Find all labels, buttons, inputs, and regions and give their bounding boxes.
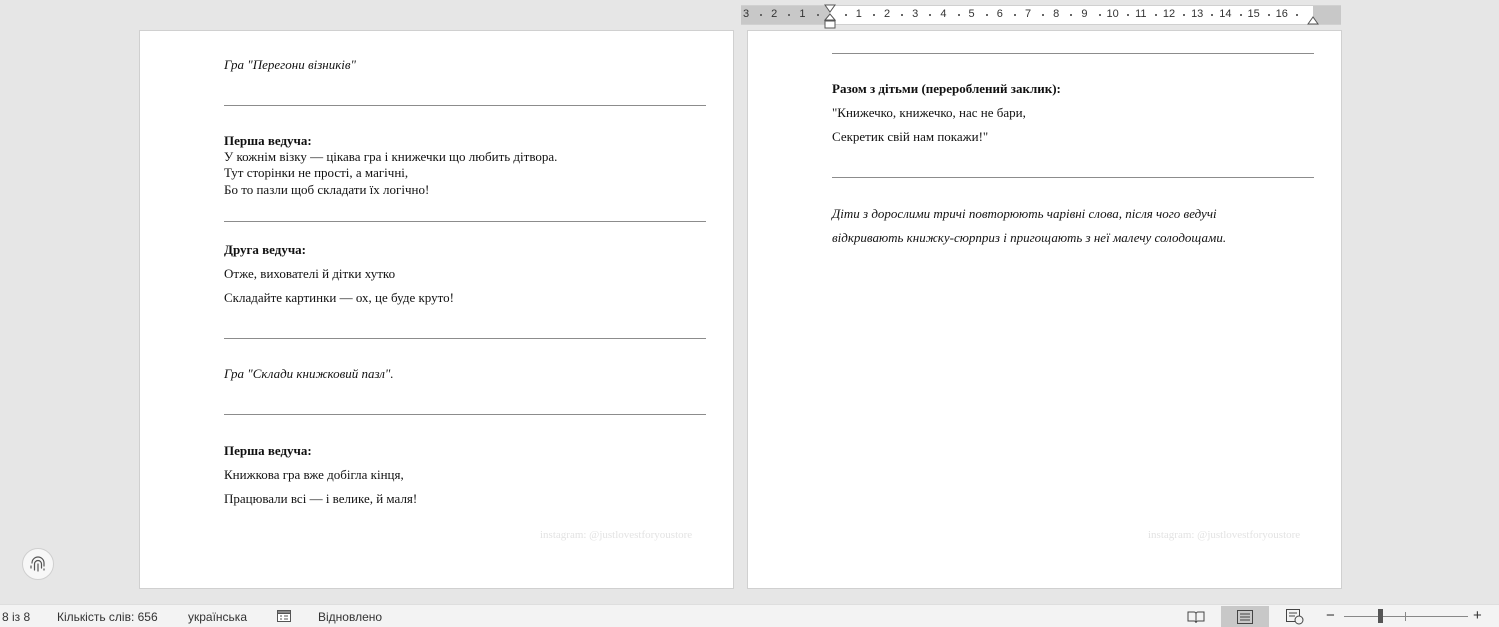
ruler-number: 16	[1275, 8, 1288, 20]
zoom-slider-center-tick	[1405, 612, 1406, 621]
closing-line: відкривають книжку-сюрприз і пригощають …	[832, 230, 1227, 245]
macro-icon[interactable]	[276, 608, 292, 627]
watermark: instagram: @justlovestforyoustore	[1148, 529, 1301, 541]
web-layout-icon	[1286, 608, 1304, 624]
fingerprint-button[interactable]	[22, 548, 54, 580]
ruler-tick	[844, 14, 847, 16]
ruler-tick	[1154, 14, 1157, 16]
document-page-right[interactable]: Разом з дітьми (перероблений заклик): "К…	[747, 30, 1342, 589]
ruler-tick	[1267, 14, 1270, 16]
verse-line: Секретик свій нам покажи!"	[832, 129, 989, 144]
ruler-tick	[1239, 14, 1242, 16]
ruler-tick	[929, 14, 932, 16]
ruler-tick	[1126, 14, 1129, 16]
print-layout-button[interactable]	[1221, 606, 1269, 627]
ruler-tick	[901, 14, 904, 16]
ruler-number: 5	[968, 8, 975, 20]
ruler-number: 10	[1106, 8, 1119, 20]
ruler-number: 3	[742, 8, 750, 20]
ruler-number: 14	[1219, 8, 1232, 20]
read-mode-button[interactable]	[1172, 606, 1220, 627]
verse-line: Бо то пазли щоб складати їх логічно!	[224, 182, 430, 197]
divider	[224, 221, 706, 222]
verse-line: Складайте картинки — ох, це буде круто!	[224, 290, 454, 305]
language-indicator[interactable]: українська	[188, 610, 247, 624]
ruler-tick	[1211, 14, 1214, 16]
verse-line: Отже, вихователі й дітки хутко	[224, 266, 396, 281]
ruler-number: 1	[855, 8, 862, 20]
ruler-tick	[1070, 14, 1073, 16]
right-indent-marker-icon[interactable]	[1306, 12, 1320, 26]
ruler-number: 15	[1247, 8, 1260, 20]
status-bar: 8 із 8 Кількість слів: 656 українська Ві…	[0, 604, 1499, 627]
divider	[224, 105, 706, 106]
ruler-number: 8	[1053, 8, 1060, 20]
ruler-tick	[1295, 14, 1298, 16]
ruler-tick	[1183, 14, 1186, 16]
restored-status: Відновлено	[318, 610, 383, 624]
fingerprint-icon	[30, 556, 45, 572]
divider	[832, 177, 1314, 178]
game-title: Гра "Склади книжковий пазл".	[224, 366, 394, 381]
verse-line: Книжкова гра вже добігла кінця,	[224, 467, 404, 482]
ruler-tick	[788, 14, 791, 16]
divider	[224, 414, 706, 415]
ruler-number: 13	[1191, 8, 1204, 20]
verse-line: Працювали всі — і велике, й маля!	[224, 491, 418, 506]
game-title: Гра "Перегони візників"	[224, 57, 357, 72]
ruler-number: 6	[996, 8, 1003, 20]
ruler-number: 3	[912, 8, 919, 20]
ruler-tick	[816, 14, 819, 16]
print-layout-icon	[1237, 609, 1253, 624]
zoom-out-button[interactable]: −	[1326, 607, 1335, 624]
ruler-tick	[1098, 14, 1101, 16]
ruler-tick	[985, 14, 988, 16]
ruler-tick	[872, 14, 875, 16]
divider	[832, 53, 1314, 54]
document-page-left[interactable]: Гра "Перегони візників" Перша ведуча: У …	[139, 30, 734, 589]
verse-line: Тут сторінки не прості, а магічні,	[224, 165, 409, 180]
page-indicator[interactable]: 8 із 8	[2, 610, 30, 624]
ruler-number: 7	[1024, 8, 1032, 20]
verse-line: "Книжечко, книжечко, нас не бари,	[832, 105, 1026, 120]
ruler-number: 2	[771, 8, 778, 20]
ruler-tick	[1042, 14, 1045, 16]
ruler-number: 2	[883, 8, 891, 20]
ruler-number: 11	[1135, 8, 1147, 20]
ruler-number: 4	[940, 8, 947, 20]
ruler-number: 12	[1162, 8, 1176, 20]
zoom-slider-track[interactable]	[1344, 616, 1468, 617]
ruler-number: 1	[799, 8, 806, 20]
ruler-number: 9	[1081, 8, 1088, 20]
book-icon	[1187, 611, 1205, 623]
horizontal-ruler[interactable]: 3 2 1 1 2 3 4 5 6 7 8 9 10 11 12 13 14 15 16	[741, 4, 1341, 29]
zoom-in-button[interactable]: +	[1473, 607, 1482, 624]
speaker-label: Разом з дітьми (перероблений заклик):	[832, 81, 1061, 96]
ruler-tick	[760, 14, 763, 16]
speaker-label: Перша ведуча:	[224, 443, 312, 458]
indent-marker-icon[interactable]	[824, 4, 836, 30]
divider	[224, 338, 706, 339]
zoom-slider-thumb[interactable]	[1378, 609, 1383, 623]
ruler-tick	[1013, 14, 1016, 16]
watermark: instagram: @justlovestforyoustore	[540, 529, 693, 541]
web-layout-button[interactable]	[1271, 606, 1319, 627]
closing-line: Діти з дорослими тричі повторюють чарівн…	[832, 206, 1217, 221]
ruler-tick	[957, 14, 960, 16]
speaker-label: Друга ведуча:	[224, 242, 307, 257]
word-count[interactable]: Кількість слів: 656	[57, 610, 158, 624]
verse-line: У кожнім візку — цікава гра і книжечки щ…	[224, 149, 558, 164]
speaker-label: Перша ведуча:	[224, 133, 312, 148]
